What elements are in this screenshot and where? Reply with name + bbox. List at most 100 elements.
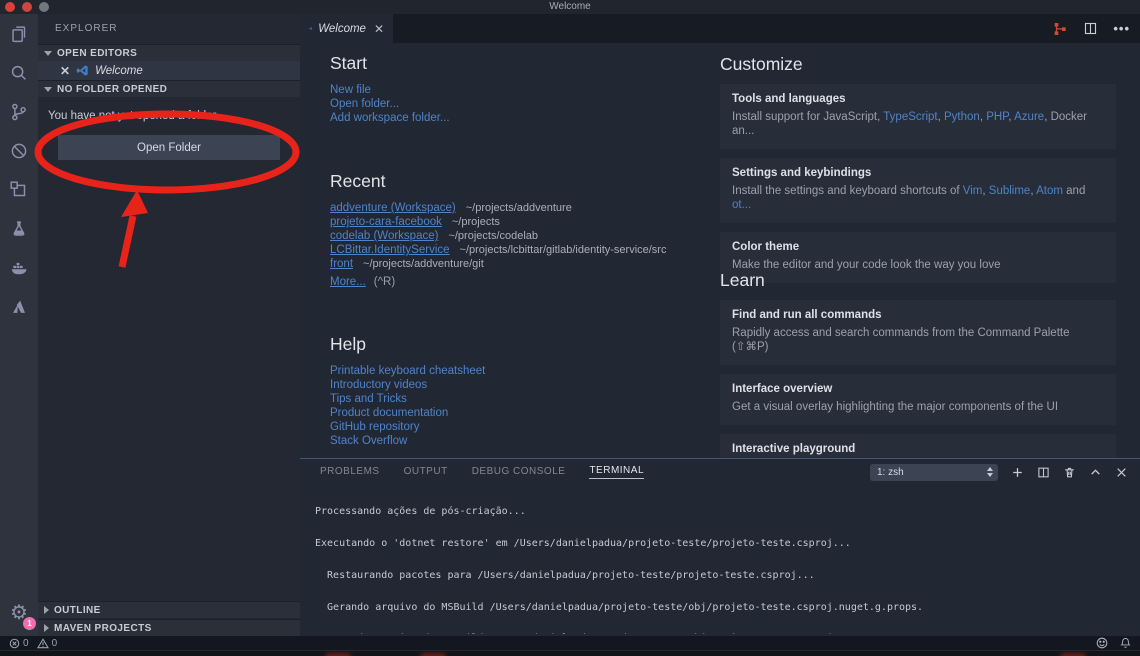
warning-icon [37,638,49,649]
recent-item: projeto-cara-facebook ~/projects [330,215,666,229]
start-section: Start New file Open folder... Add worksp… [330,53,450,125]
recent-link[interactable]: projeto-cara-facebook [330,216,442,228]
error-icon [9,638,20,649]
titlebar: Welcome [0,0,1140,14]
sidebar-title: EXPLORER [38,14,300,44]
github-repo-link[interactable]: GitHub repository [330,420,485,434]
gitlens-compare-icon[interactable] [1052,21,1068,37]
explorer-icon[interactable] [0,14,38,53]
start-title: Start [330,53,450,74]
feedback-smiley-icon[interactable] [1096,637,1108,649]
tab-bar: Welcome ✕ ••• [300,14,1140,43]
tab-debug-console[interactable]: DEBUG CONSOLE [472,466,566,479]
vscode-file-icon [76,64,89,77]
open-folder-button[interactable]: Open Folder [58,135,280,160]
open-editor-item-welcome[interactable]: ✕ Welcome [38,61,300,80]
recent-path: ~/projects [452,216,500,228]
help-title: Help [330,334,485,355]
status-bar: 0 0 [0,636,1140,650]
new-terminal-icon[interactable] [1011,466,1024,479]
open-folder-link[interactable]: Open folder... [330,97,450,111]
extensions-icon[interactable] [0,170,38,209]
open-editors-header[interactable]: OPEN EDITORS [38,44,300,61]
customize-title: Customize [720,54,1116,75]
activity-bar: ⚙ 1 [0,14,38,636]
terminal-shell-select[interactable]: 1: zsh [870,464,998,481]
close-editor-icon[interactable]: ✕ [60,65,70,77]
notifications-bell-icon[interactable] [1120,637,1131,649]
recent-item: LCBittar.IdentityService ~/projects/lcbit… [330,243,666,257]
recent-item: codelab (Workspace) ~/projects/codelab [330,229,666,243]
find-commands-card[interactable]: Find and run all commands Rapidly access… [720,300,1116,365]
no-folder-opened-header[interactable]: NO FOLDER OPENED [38,80,300,97]
settings-gear-icon[interactable]: ⚙ 1 [0,596,38,630]
recent-path: ~/projects/addventure/git [363,258,484,270]
tools-and-languages-card[interactable]: Tools and languages Install support for … [720,84,1116,149]
recent-path: ~/projects/lcbittar/gitlab/identity-serv… [460,244,667,256]
more-actions-icon[interactable]: ••• [1113,21,1130,36]
maximize-panel-icon[interactable] [1089,466,1102,479]
explorer-sidebar: EXPLORER OPEN EDITORS ✕ Welcome NO FOLDE… [38,14,300,636]
customize-section: Customize Tools and languages Install su… [720,54,1116,292]
keyboard-cheatsheet-link[interactable]: Printable keyboard cheatsheet [330,364,485,378]
vscode-file-icon [309,22,312,35]
tab-close-icon[interactable]: ✕ [374,23,384,35]
window-title: Welcome [0,0,1140,14]
split-editor-icon[interactable] [1083,21,1098,36]
recent-path: ~/projects/addventure [466,202,572,214]
more-recent-link[interactable]: More... [330,276,366,288]
intro-videos-link[interactable]: Introductory videos [330,378,485,392]
terminal-line: Gerando arquivo do MSBuild /Users/daniel… [315,603,1132,614]
search-icon[interactable] [0,53,38,92]
test-beaker-icon[interactable] [0,209,38,248]
terminal-line: Processando ações de pós-criação... [315,507,1132,518]
terminal-line: Executando o 'dotnet restore' em /Users/… [315,539,1132,550]
source-control-icon[interactable] [0,92,38,131]
recent-section: Recent addventure (Workspace)~/projects/… [330,171,666,288]
kill-terminal-icon[interactable] [1063,466,1076,479]
tips-and-tricks-link[interactable]: Tips and Tricks [330,392,485,406]
stack-overflow-link[interactable]: Stack Overflow [330,434,485,448]
help-section: Help Printable keyboard cheatsheet Intro… [330,334,485,448]
tab-terminal[interactable]: TERMINAL [589,465,644,479]
learn-section: Learn Find and run all commands Rapidly … [720,270,1116,458]
editor-region: Welcome ✕ ••• Start New file Open folder… [300,14,1140,636]
tab-problems[interactable]: PROBLEMS [320,466,380,479]
open-editor-label: Welcome [95,65,143,77]
azure-icon[interactable] [0,287,38,326]
select-arrows-icon [987,467,993,477]
recent-link[interactable]: addventure (Workspace) [330,202,456,214]
interactive-playground-card[interactable]: Interactive playground Try essential edi… [720,434,1116,458]
product-docs-link[interactable]: Product documentation [330,406,485,420]
recent-link[interactable]: codelab (Workspace) [330,230,438,242]
interface-overview-card[interactable]: Interface overview Get a visual overlay … [720,374,1116,425]
settings-and-keybindings-card[interactable]: Settings and keybindings Install the set… [720,158,1116,223]
error-count: 0 [23,638,29,649]
maven-projects-section-header[interactable]: MAVEN PROJECTS [38,619,300,636]
debug-icon[interactable] [0,131,38,170]
learn-title: Learn [720,270,1116,291]
tab-label: Welcome [318,23,366,35]
macos-dock-edge [0,650,1140,656]
chevron-collapsed-icon [44,624,49,632]
recent-path: ~/projects/codelab [448,230,538,242]
add-workspace-folder-link[interactable]: Add workspace folder... [330,111,450,125]
tab-welcome[interactable]: Welcome ✕ [300,14,393,43]
tab-output[interactable]: OUTPUT [404,466,448,479]
terminal-output[interactable]: Processando ações de pós-criação... Exec… [315,486,1132,634]
recent-link[interactable]: front [330,258,353,270]
editor-actions: ••• [1052,14,1130,43]
problems-status[interactable]: 0 0 [9,638,57,649]
split-terminal-icon[interactable] [1037,466,1050,479]
chevron-expanded-icon [44,51,52,56]
docker-icon[interactable] [0,248,38,287]
outline-section-header[interactable]: OUTLINE [38,601,300,618]
recent-link[interactable]: LCBittar.IdentityService [330,244,450,256]
more-shortcut: (^R) [374,276,395,288]
recent-item: front ~/projects/addventure/git [330,257,666,271]
no-folder-message: You have not yet opened a folder. [48,110,290,122]
chevron-collapsed-icon [44,606,49,614]
new-file-link[interactable]: New file [330,83,450,97]
recent-item: addventure (Workspace) ~/projects/addvent… [330,201,666,215]
close-panel-icon[interactable] [1115,466,1128,479]
